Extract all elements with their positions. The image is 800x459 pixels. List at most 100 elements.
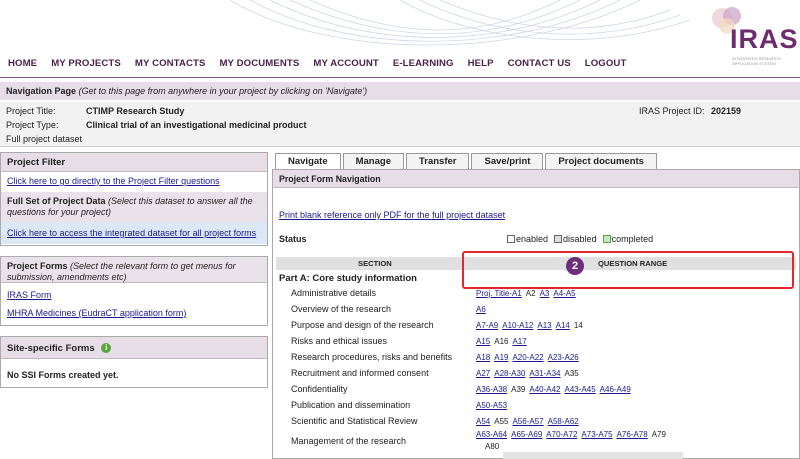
question-range-link[interactable]: Proj. Title-A1 bbox=[476, 289, 522, 298]
question-range-link[interactable]: A70-A72 bbox=[546, 430, 577, 439]
section-row-shade bbox=[503, 452, 683, 459]
nav-my-contacts[interactable]: MY CONTACTS bbox=[135, 58, 206, 69]
question-range-link[interactable]: A6 bbox=[476, 305, 486, 314]
question-range-link[interactable]: A43-A45 bbox=[565, 385, 596, 394]
question-range-link[interactable]: A40-A42 bbox=[529, 385, 560, 394]
tab-save-print[interactable]: Save/print bbox=[471, 153, 544, 169]
question-range-link[interactable]: A3 bbox=[540, 289, 550, 298]
question-range-link: A39 bbox=[511, 385, 526, 394]
step-badge: 2 bbox=[566, 257, 584, 275]
project-filter-panel: Project Filter Click here to go directly… bbox=[0, 152, 268, 246]
section-name: Risks and ethical issues bbox=[291, 336, 388, 346]
question-range-link: A35 bbox=[564, 369, 579, 378]
navigation-page-bar: Navigation Page (Get to this page from a… bbox=[0, 82, 800, 100]
section-column-header: SECTION bbox=[358, 259, 392, 268]
site-header: IRAS INTEGRATED RESEARCH APPLICATION SYS… bbox=[0, 0, 800, 78]
question-range-list: A50-A53 bbox=[476, 401, 511, 410]
question-range-link[interactable]: A46-A49 bbox=[600, 385, 631, 394]
mhra-form-link[interactable]: MHRA Medicines (EudraCT application form… bbox=[7, 308, 186, 318]
nav-logout[interactable]: LOGOUT bbox=[585, 58, 627, 69]
section-name: Overview of the research bbox=[291, 304, 392, 314]
tab-project-documents[interactable]: Project documents bbox=[545, 153, 657, 169]
tab-navigate[interactable]: Navigate bbox=[275, 153, 341, 170]
question-range-link[interactable]: A73-A75 bbox=[581, 430, 612, 439]
no-ssi-forms: No SSI Forms created yet. bbox=[7, 370, 119, 380]
question-range-link: 14 bbox=[573, 321, 583, 330]
project-forms-title: Project Forms bbox=[7, 261, 68, 271]
part-a-heading: Part A: Core study information bbox=[279, 273, 417, 284]
header-divider bbox=[0, 77, 800, 78]
nav-my-account[interactable]: MY ACCOUNT bbox=[313, 58, 379, 69]
project-info: Project Title: CTIMP Research Study Proj… bbox=[0, 102, 800, 147]
top-navigation: HOME MY PROJECTS MY CONTACTS MY DOCUMENT… bbox=[8, 58, 640, 69]
iras-id-label: IRAS Project ID: bbox=[639, 106, 705, 116]
full-set-title: Full Set of Project Data bbox=[7, 196, 106, 206]
project-title-label: Project Title: bbox=[6, 106, 56, 116]
question-range-link[interactable]: A54 bbox=[476, 417, 490, 426]
question-range-link[interactable]: A18 bbox=[476, 353, 490, 362]
iras-id-value: 202159 bbox=[711, 106, 742, 116]
nav-contact-us[interactable]: CONTACT US bbox=[508, 58, 571, 69]
form-nav-heading: Project Form Navigation bbox=[273, 170, 799, 188]
site-specific-panel: Site-specific Forms i No SSI Forms creat… bbox=[0, 336, 268, 388]
question-range-link: A79 bbox=[651, 430, 666, 439]
question-range-list: A36-A38 A39 A40-A42 A43-A45 A46-A49 bbox=[476, 385, 635, 394]
nav-my-documents[interactable]: MY DOCUMENTS bbox=[219, 58, 299, 69]
question-range-link[interactable]: A65-A69 bbox=[511, 430, 542, 439]
info-icon[interactable]: i bbox=[101, 343, 112, 354]
question-range-link: A55 bbox=[494, 417, 509, 426]
question-range-link[interactable]: A19 bbox=[494, 353, 508, 362]
project-dataset: Full project dataset bbox=[6, 134, 83, 144]
logo-subtitle: INTEGRATED RESEARCH APPLICATION SYSTEM bbox=[732, 56, 781, 66]
question-range-extra: A80 bbox=[485, 442, 500, 451]
project-form-navigation: Project Form Navigation Print blank refe… bbox=[272, 169, 800, 459]
question-range-link[interactable]: A56-A57 bbox=[512, 417, 543, 426]
site-specific-heading: Site-specific Forms bbox=[7, 343, 95, 354]
question-range-link[interactable]: A28-A30 bbox=[494, 369, 525, 378]
question-range-link[interactable]: A27 bbox=[476, 369, 490, 378]
question-range-link[interactable]: A14 bbox=[556, 321, 570, 330]
tab-manage[interactable]: Manage bbox=[342, 153, 404, 169]
question-range-link[interactable]: A23-A26 bbox=[548, 353, 579, 362]
question-range-link[interactable]: A31-A34 bbox=[529, 369, 560, 378]
iras-form-link[interactable]: IRAS Form bbox=[7, 290, 52, 300]
print-pdf-link[interactable]: Print blank reference only PDF for the f… bbox=[279, 210, 505, 220]
question-range-link[interactable]: A63-A64 bbox=[476, 430, 507, 439]
integrated-dataset-link[interactable]: Click here to access the integrated data… bbox=[7, 228, 256, 238]
section-name: Scientific and Statistical Review bbox=[291, 416, 418, 426]
section-name: Management of the research bbox=[291, 436, 407, 446]
project-type-label: Project Type: bbox=[6, 120, 59, 130]
question-range-link[interactable]: A10-A12 bbox=[502, 321, 533, 330]
tab-transfer[interactable]: Transfer bbox=[405, 153, 470, 169]
section-name: Recruitment and informed consent bbox=[291, 368, 429, 378]
project-title-value: CTIMP Research Study bbox=[86, 106, 185, 116]
question-range-link[interactable]: A20-A22 bbox=[512, 353, 543, 362]
question-range-link[interactable]: A50-A53 bbox=[476, 401, 507, 410]
full-set-row[interactable]: Full Set of Project Data (Select this da… bbox=[1, 192, 267, 222]
question-range-link[interactable]: A15 bbox=[476, 337, 490, 346]
question-range-link[interactable]: A13 bbox=[537, 321, 551, 330]
nav-help[interactable]: HELP bbox=[468, 58, 494, 69]
section-name: Publication and dissemination bbox=[291, 400, 411, 410]
project-filter-link[interactable]: Click here to go directly to the Project… bbox=[7, 176, 220, 186]
question-range-link[interactable]: A36-A38 bbox=[476, 385, 507, 394]
question-range-link[interactable]: A17 bbox=[512, 337, 526, 346]
question-range-link[interactable]: A4-A5 bbox=[553, 289, 575, 298]
question-range-link[interactable]: A7-A9 bbox=[476, 321, 498, 330]
question-range-link[interactable]: A58-A62 bbox=[548, 417, 579, 426]
question-range-list: A63-A64 A65-A69 A70-A72 A73-A75 A76-A78 A79 bbox=[476, 430, 670, 439]
tab-bar: Navigate Manage Transfer Save/print Proj… bbox=[275, 153, 659, 170]
status-row: Status enabled disabled completed bbox=[279, 234, 794, 244]
nav-my-projects[interactable]: MY PROJECTS bbox=[51, 58, 121, 69]
legend-enabled: enabled bbox=[507, 234, 548, 244]
legend-completed: completed bbox=[602, 234, 653, 244]
question-range-link: A16 bbox=[494, 337, 509, 346]
nav-home[interactable]: HOME bbox=[8, 58, 37, 69]
navigation-page-title: Navigation Page bbox=[6, 86, 77, 96]
question-range-list: A6 bbox=[476, 305, 490, 314]
question-range-link[interactable]: A76-A78 bbox=[617, 430, 648, 439]
project-filter-heading: Project Filter bbox=[1, 153, 267, 172]
section-name: Administrative details bbox=[291, 288, 377, 298]
nav-e-learning[interactable]: E-LEARNING bbox=[393, 58, 454, 69]
project-type-value: Clinical trial of an investigational med… bbox=[86, 120, 307, 130]
